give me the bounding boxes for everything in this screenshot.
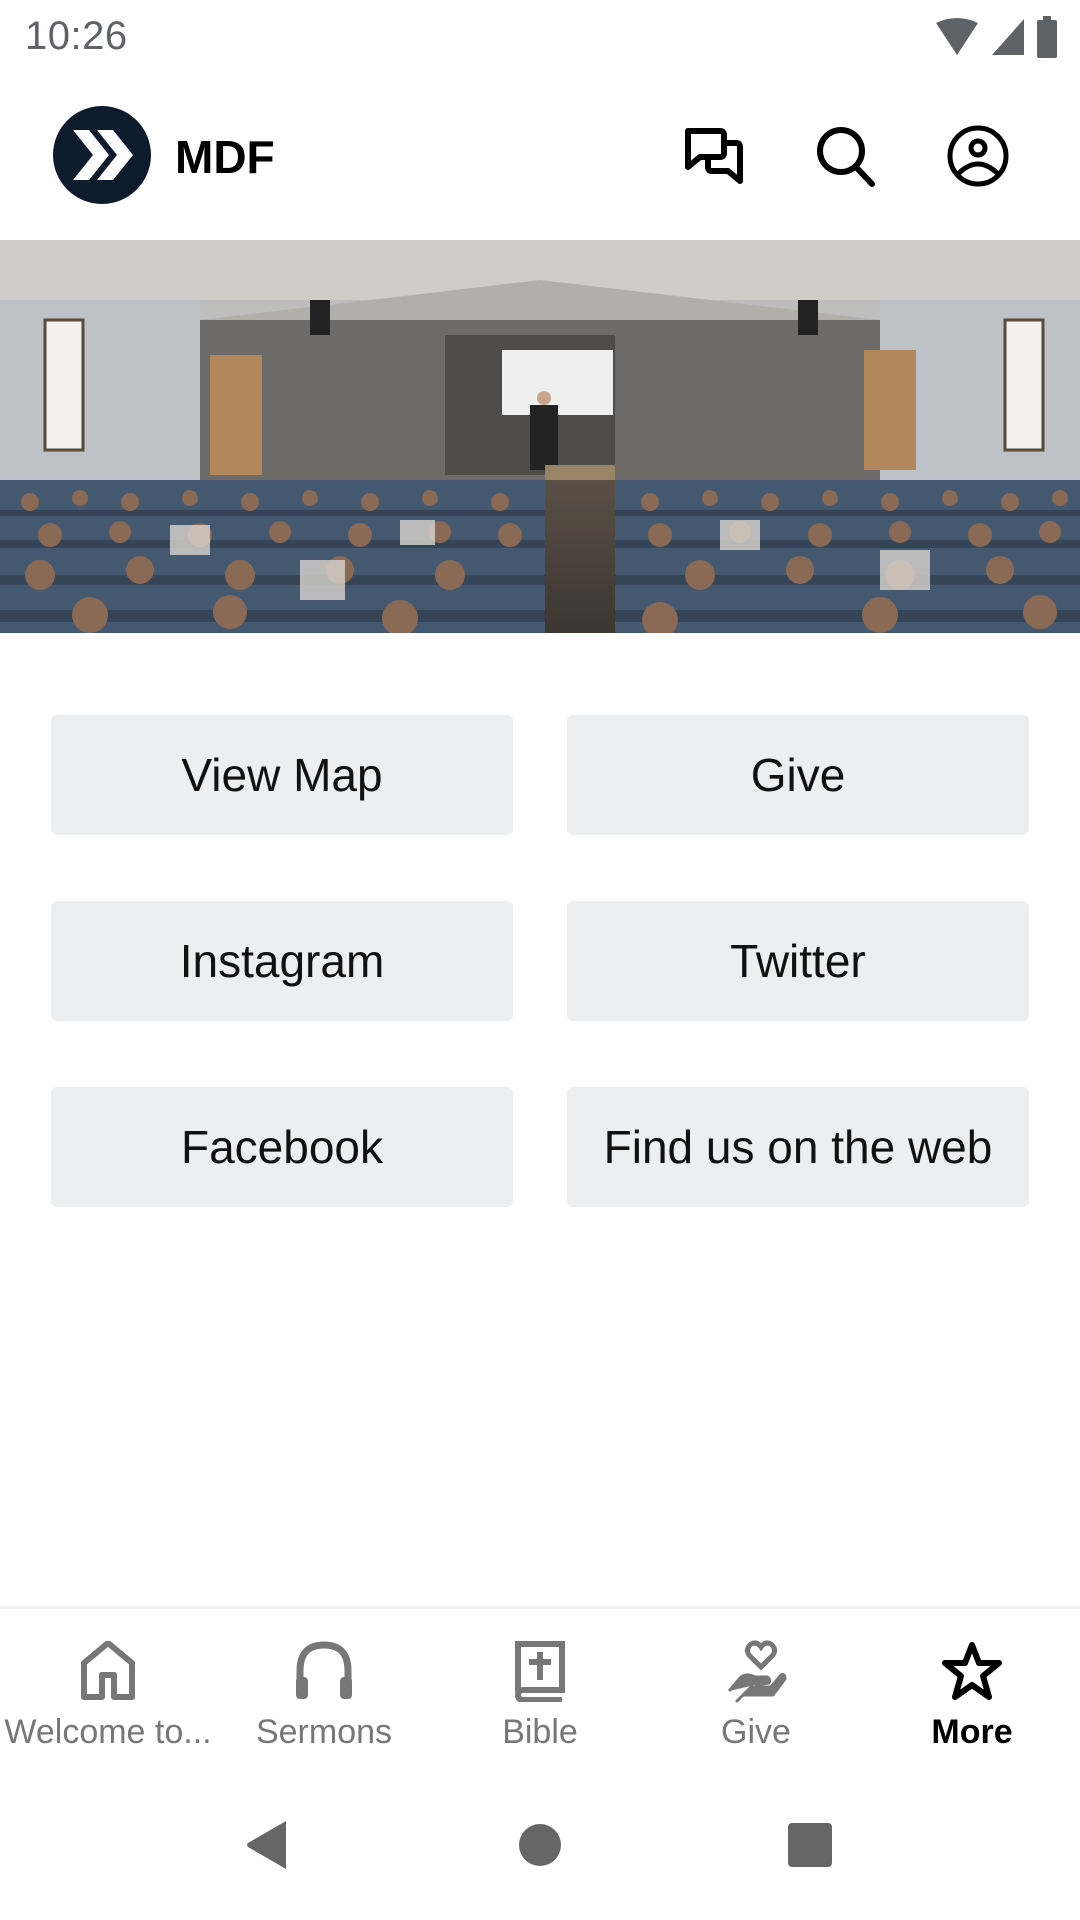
search-icon <box>817 127 875 187</box>
twitter-button[interactable]: Twitter <box>567 901 1029 1021</box>
nav-item-more[interactable]: More <box>864 1609 1080 1776</box>
church-congregation-photo <box>0 240 1080 633</box>
star-icon <box>940 1639 1004 1703</box>
status-bar: 10:26 <box>0 0 1080 72</box>
hero-image <box>0 240 1080 633</box>
home-circle-icon <box>519 1824 561 1866</box>
view-map-button[interactable]: View Map <box>51 715 513 835</box>
double-chevron-logo-icon <box>73 130 133 180</box>
nav-label: Sermons <box>255 1713 393 1751</box>
app-logo[interactable] <box>53 106 151 204</box>
find-us-on-the-web-button[interactable]: Find us on the web <box>567 1087 1029 1207</box>
bible-icon <box>508 1639 572 1703</box>
search-button[interactable] <box>810 120 882 192</box>
nav-item-give[interactable]: Give <box>648 1609 864 1776</box>
app-header: MDF <box>0 96 1080 216</box>
system-back-button[interactable] <box>222 1800 312 1890</box>
chat-bubbles-icon <box>685 128 743 184</box>
bottom-nav: Welcome to... Sermons Bible Give More <box>0 1606 1080 1776</box>
nav-item-sermons[interactable]: Sermons <box>216 1609 432 1776</box>
system-home-button[interactable] <box>495 1800 585 1890</box>
nav-item-welcome[interactable]: Welcome to... <box>0 1609 216 1776</box>
facebook-button[interactable]: Facebook <box>51 1087 513 1207</box>
system-navigation-bar <box>0 1800 1080 1890</box>
give-button[interactable]: Give <box>567 715 1029 835</box>
nav-label: Welcome to... <box>4 1713 212 1751</box>
messages-button[interactable] <box>678 120 750 192</box>
nav-label: More <box>931 1713 1013 1751</box>
link-button-grid: View Map Give Instagram Twitter Facebook… <box>51 715 1029 1207</box>
headphones-icon <box>292 1639 356 1703</box>
instagram-button[interactable]: Instagram <box>51 901 513 1021</box>
nav-label: Give <box>721 1713 791 1751</box>
wifi-icon <box>936 18 978 55</box>
giving-hand-heart-icon <box>724 1639 788 1703</box>
nav-item-bible[interactable]: Bible <box>432 1609 648 1776</box>
recents-square-icon <box>788 1823 832 1867</box>
profile-button[interactable] <box>942 120 1014 192</box>
account-circle-icon <box>947 125 1009 187</box>
signal-icon <box>992 19 1024 55</box>
home-icon <box>76 1639 140 1703</box>
status-icons <box>934 16 1058 58</box>
status-time: 10:26 <box>25 14 128 58</box>
nav-label: Bible <box>502 1713 578 1751</box>
battery-icon <box>1037 16 1057 58</box>
system-recents-button[interactable] <box>765 1800 855 1890</box>
back-triangle-icon <box>247 1821 286 1869</box>
app-title: MDF <box>175 131 275 183</box>
